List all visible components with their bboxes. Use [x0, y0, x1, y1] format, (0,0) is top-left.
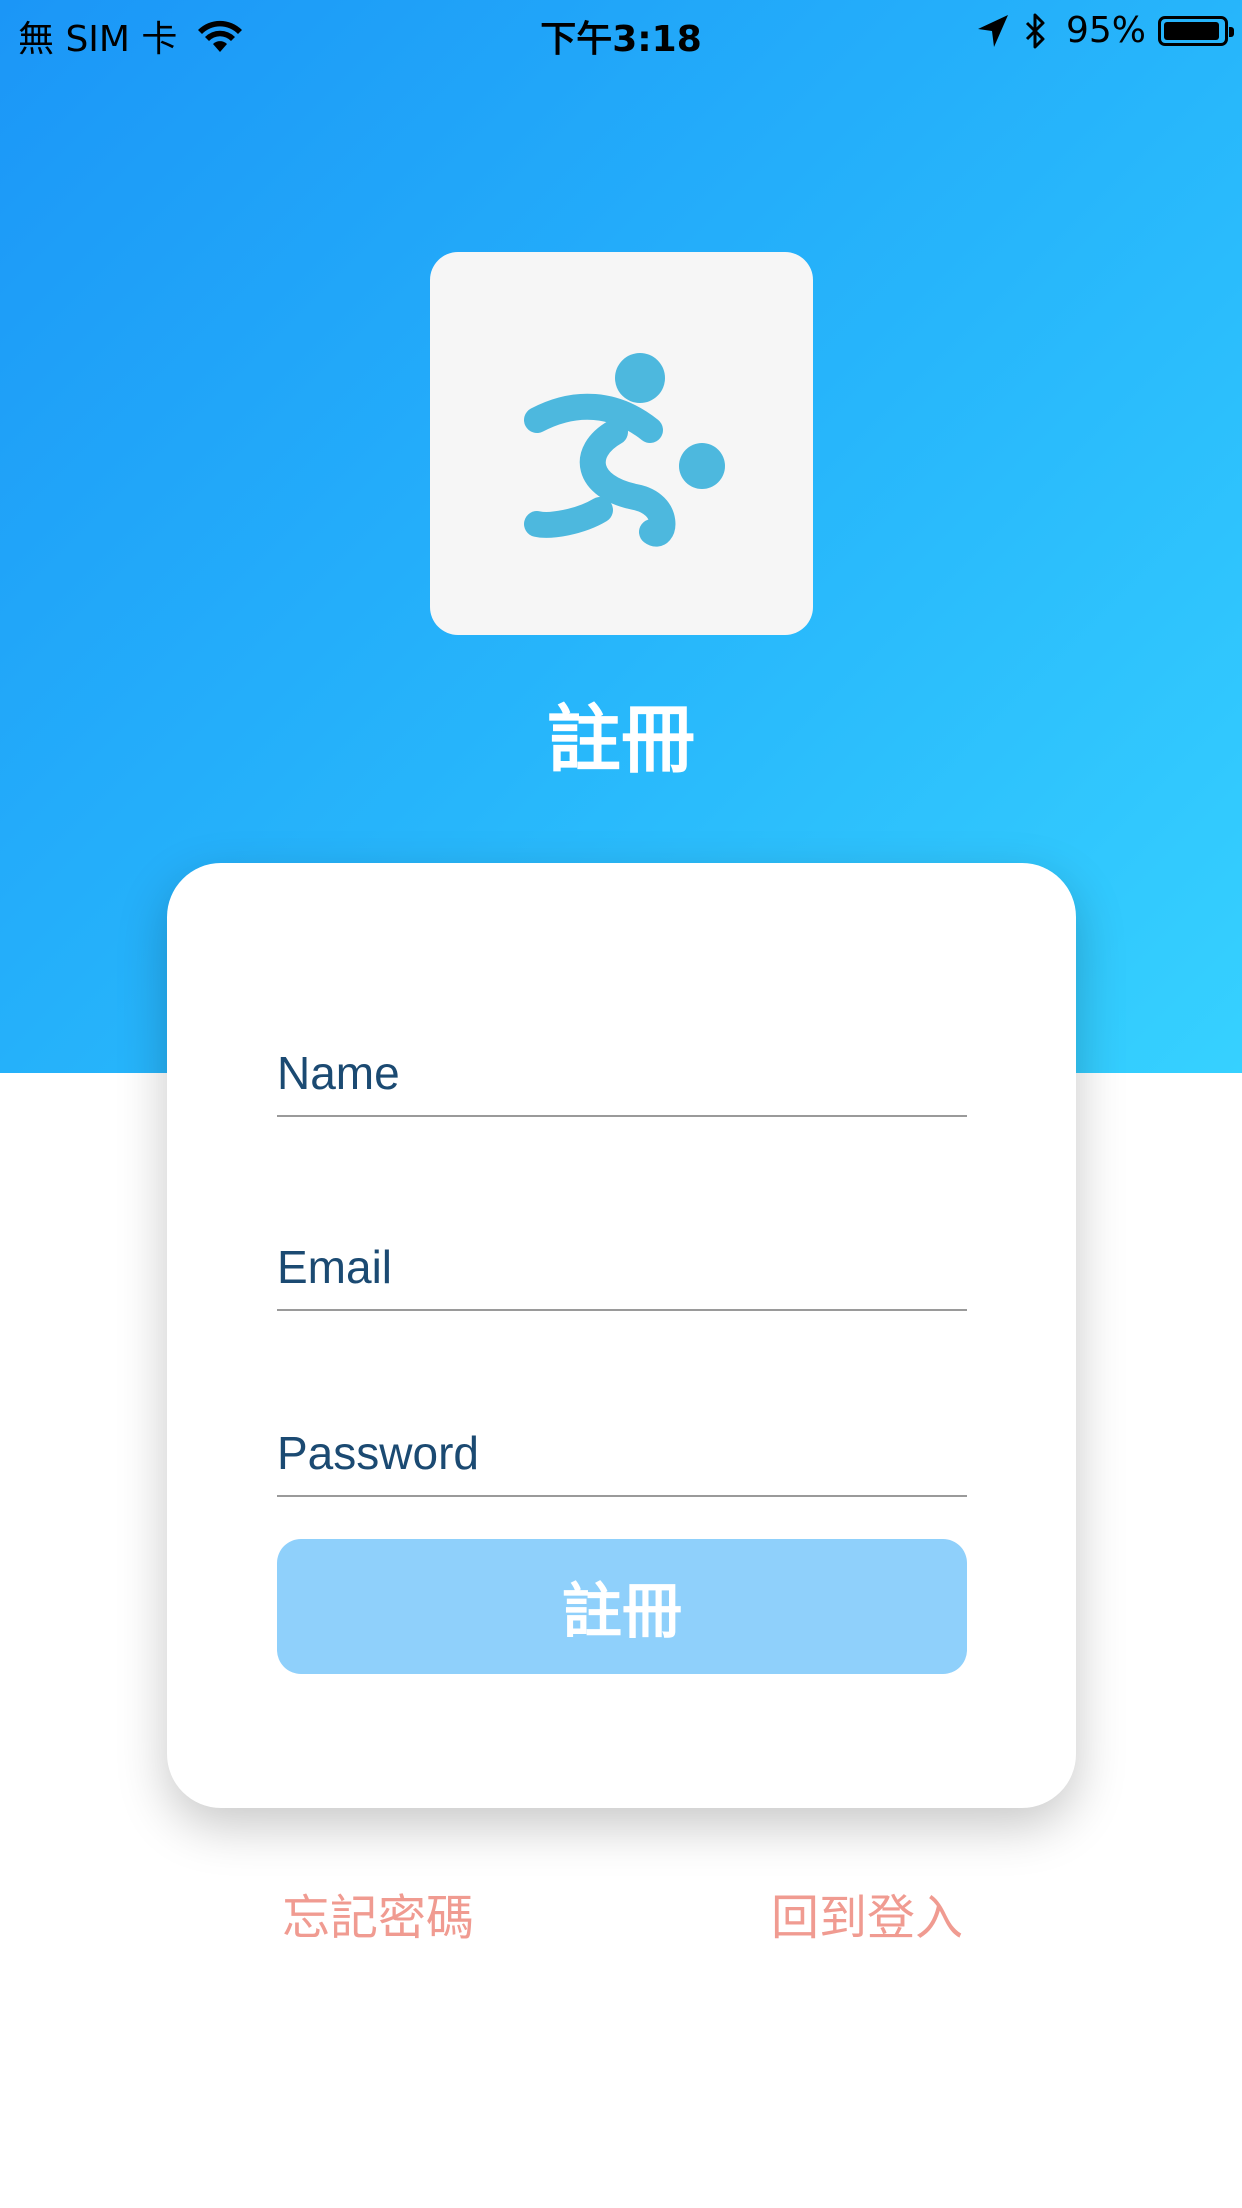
name-underline: [277, 1115, 967, 1117]
back-to-login-link[interactable]: 回到登入: [771, 1878, 963, 1948]
forgot-password-link[interactable]: 忘記密碼: [282, 1878, 474, 1948]
bluetooth-icon: [1025, 13, 1045, 48]
app-logo: [430, 252, 813, 635]
email-underline: [277, 1309, 967, 1311]
email-input[interactable]: [277, 1237, 967, 1297]
email-field: [277, 1237, 967, 1311]
password-input[interactable]: [277, 1423, 967, 1483]
battery-cap: [1229, 26, 1234, 37]
register-button[interactable]: 註冊: [277, 1539, 967, 1674]
location-arrow-icon: [977, 14, 1008, 47]
runner-kicking-ball-icon: [524, 353, 725, 547]
register-card: 註冊: [167, 863, 1076, 1808]
page-title: 註冊: [547, 697, 695, 783]
name-field: [277, 1043, 967, 1117]
password-field: [277, 1423, 967, 1497]
status-bar: 無 SIM 卡 下午3:18 95%: [0, 0, 1242, 60]
status-right: 95%: [976, 10, 1234, 51]
battery-icon: [1158, 15, 1234, 46]
battery-level-fill: [1164, 21, 1220, 40]
name-input[interactable]: [277, 1043, 967, 1103]
password-underline: [277, 1495, 967, 1497]
battery-percent: 95%: [1065, 10, 1146, 51]
